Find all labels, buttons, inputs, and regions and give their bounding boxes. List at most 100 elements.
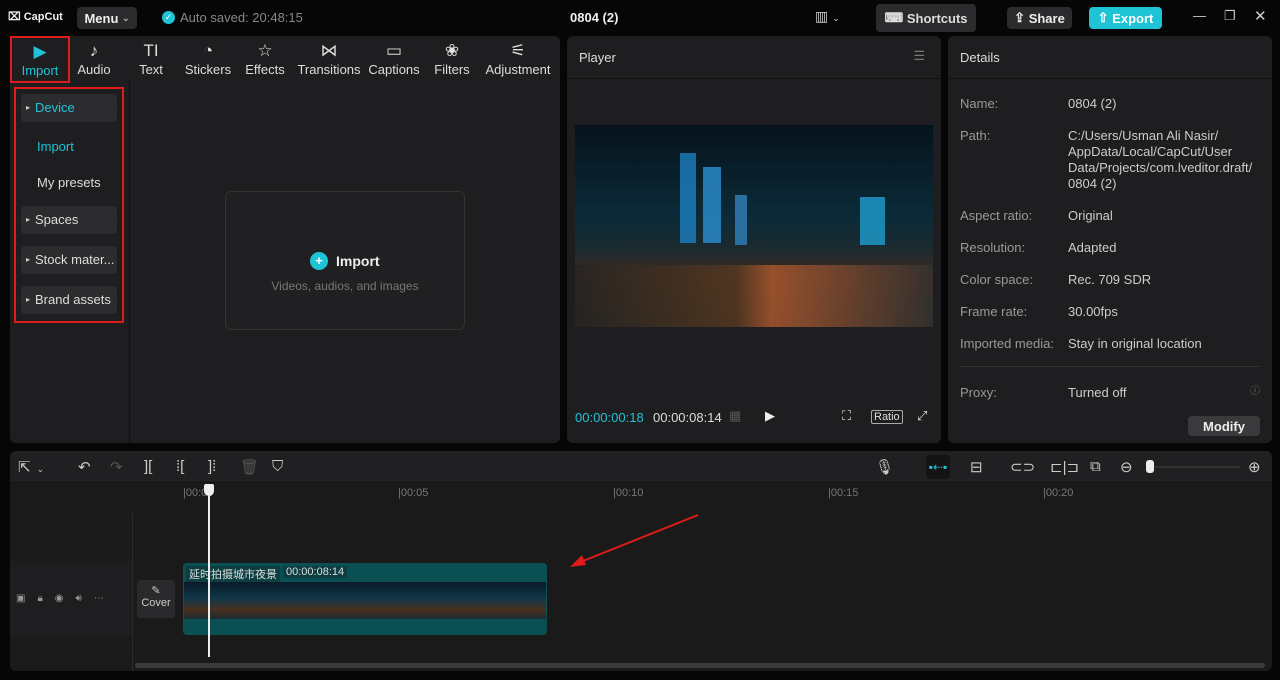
detail-value: Rec. 709 SDR: [1068, 272, 1152, 287]
tab-label: Filters: [434, 62, 470, 77]
sidebar-item-device[interactable]: Device: [21, 94, 117, 122]
sidebar-label: Spaces: [35, 212, 79, 227]
more-icon[interactable]: ⋯: [94, 593, 116, 604]
tab-label: Import: [21, 63, 59, 78]
audio-icon[interactable]: 🔊︎: [76, 593, 94, 604]
import-icon: ▶: [33, 42, 47, 61]
check-icon: ✓: [162, 11, 175, 24]
detail-value: Stay in original location: [1068, 336, 1202, 351]
ratio-button[interactable]: Ratio: [871, 410, 903, 424]
tab-adjustment[interactable]: ⚟ Adjustment: [483, 40, 553, 77]
tab-import[interactable]: ▶ Import: [10, 36, 70, 83]
marker-icon[interactable]: ⛉: [272, 458, 283, 475]
sidebar-item-my-presets[interactable]: My presets: [37, 175, 101, 190]
fullscreen-icon[interactable]: ⤢: [917, 408, 927, 424]
sidebar-item-spaces[interactable]: Spaces: [21, 206, 117, 234]
capcut-logo: ⌧ CapCut: [8, 11, 63, 23]
menu-icon[interactable]: ☰: [913, 48, 925, 64]
minimize-icon[interactable]: —: [1193, 8, 1206, 23]
audio-icon: ♪: [89, 41, 99, 60]
playhead-handle[interactable]: [204, 484, 214, 496]
link-icon[interactable]: ⊂⊃: [1010, 458, 1035, 476]
plus-icon: +: [310, 252, 328, 270]
effects-icon: ☆: [257, 41, 273, 60]
split-icon[interactable]: ][: [144, 458, 152, 475]
shortcuts-label: Shortcuts: [906, 10, 968, 26]
restore-icon[interactable]: ❐: [1224, 8, 1236, 24]
timeline-toolbar: [10, 451, 1272, 483]
zoom-in-icon[interactable]: ⊕: [1248, 458, 1261, 476]
layout-icon[interactable]: ▥ ⌄: [815, 8, 840, 25]
import-dropzone[interactable]: + Import Videos, audios, and images: [225, 191, 465, 330]
auto-snap-icon[interactable]: ⊟: [970, 458, 983, 476]
total-time: 00:00:08:14: [653, 410, 722, 425]
playhead[interactable]: [208, 484, 210, 657]
track-video-icon[interactable]: ▣: [16, 593, 37, 604]
detail-label: Resolution:: [960, 240, 1026, 255]
zoom-slider[interactable]: [1150, 466, 1240, 468]
clip-name: 延时拍摄城市夜景: [186, 566, 280, 582]
zoom-fit-icon[interactable]: ⧉: [1090, 458, 1101, 475]
horizontal-scrollbar[interactable]: [135, 663, 1265, 668]
tab-text[interactable]: TI Text: [123, 40, 179, 77]
tab-filters[interactable]: ❀ Filters: [424, 40, 480, 77]
delete-icon[interactable]: 🗑: [240, 458, 259, 476]
cover-label: Cover: [141, 597, 171, 609]
cover-button[interactable]: ✎ Cover: [137, 580, 175, 618]
video-clip[interactable]: 延时拍摄城市夜景 00:00:08:14: [183, 563, 547, 635]
text-icon: TI: [143, 41, 159, 60]
zoom-out-icon[interactable]: ⊖: [1120, 458, 1133, 476]
tab-label: Audio: [77, 62, 111, 77]
detail-label: Name:: [960, 96, 999, 111]
adjustment-icon: ⚟: [510, 41, 526, 60]
menu-label: Menu: [84, 10, 119, 26]
trim-left-icon[interactable]: ⁞[: [176, 458, 184, 475]
tab-captions[interactable]: ▭ Captions: [366, 40, 422, 77]
modify-button[interactable]: Modify: [1188, 416, 1260, 436]
tick-label: |00:05: [398, 487, 429, 499]
logo-text: CapCut: [23, 11, 63, 23]
video-preview: [575, 125, 933, 327]
filters-icon: ❀: [444, 41, 460, 60]
current-time: 00:00:00:18: [575, 410, 644, 425]
undo-icon[interactable]: ↶: [78, 458, 91, 476]
magnet-snap-icon[interactable]: ▪⇠▪: [926, 455, 950, 479]
clip-thumbnails: [184, 582, 546, 619]
transitions-icon: ⋈: [320, 41, 338, 60]
tab-transitions[interactable]: ⋈ Transitions: [296, 40, 362, 77]
export-button[interactable]: ⇧ Export: [1089, 7, 1162, 29]
sidebar-item-stock[interactable]: Stock mater...: [21, 246, 117, 274]
detail-value: Turned off: [1068, 385, 1127, 400]
stickers-icon: ◔: [202, 41, 214, 60]
tab-stickers[interactable]: ◔ Stickers: [180, 40, 236, 77]
eye-icon[interactable]: ◉: [55, 593, 76, 604]
zoom-slider-handle[interactable]: [1146, 460, 1154, 473]
lock-icon[interactable]: 🔒︎: [37, 593, 54, 604]
redo-icon[interactable]: ↷: [110, 458, 123, 476]
sidebar-label: Stock mater...: [35, 252, 115, 267]
tab-label: Effects: [245, 62, 285, 77]
track-controls: ▣🔒︎◉🔊︎⋯: [16, 593, 116, 604]
share-icon: ⇪: [1014, 10, 1029, 25]
close-icon[interactable]: ✕: [1254, 7, 1267, 25]
select-cursor-icon[interactable]: ⇱ ⌄: [18, 458, 44, 476]
tab-audio[interactable]: ♪ Audio: [66, 40, 122, 77]
play-icon[interactable]: ▶: [765, 408, 775, 424]
title-bar: ⌧ CapCut Menu ⌄ ✓ Auto saved: 20:48:15 0…: [0, 0, 1280, 36]
timeline-grid-icon[interactable]: ▦: [729, 408, 741, 424]
detail-value: Adapted: [1068, 240, 1117, 255]
share-button[interactable]: ⇪ Share: [1007, 7, 1072, 29]
tab-effects[interactable]: ☆ Effects: [237, 40, 293, 77]
menu-button[interactable]: Menu ⌄: [77, 7, 137, 29]
shortcuts-button[interactable]: ⌨ Shortcuts: [876, 4, 976, 32]
sidebar-item-brand-assets[interactable]: Brand assets: [21, 286, 117, 314]
trim-right-icon[interactable]: ]⁞: [208, 458, 216, 475]
detail-value: C:/Users/Usman Ali Nasir/ AppData/Local/…: [1068, 128, 1253, 191]
sidebar-item-import[interactable]: Import: [37, 139, 74, 154]
chevron-down-icon: ⌄: [122, 12, 130, 23]
fit-icon[interactable]: ⛶: [842, 408, 851, 424]
split-preview-icon[interactable]: ⊏|⊐: [1050, 458, 1079, 476]
detail-value: 30.00fps: [1068, 304, 1118, 319]
microphone-icon[interactable]: 🎙: [875, 458, 894, 476]
detail-value: Original: [1068, 208, 1113, 223]
